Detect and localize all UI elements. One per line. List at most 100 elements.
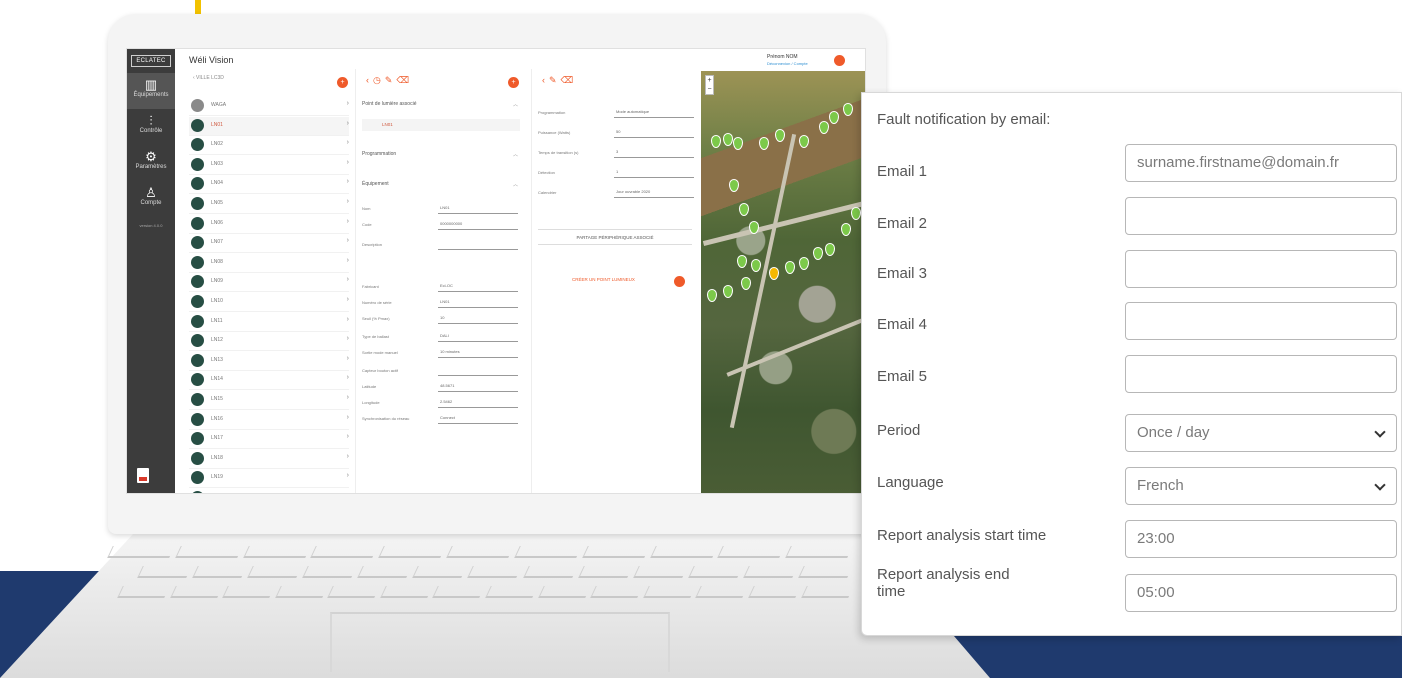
map-pin-icon[interactable] [729,179,739,192]
map-pin-warning-icon[interactable] [769,267,779,280]
user-name[interactable]: Prénom NOM [767,54,798,60]
language-select[interactable]: French [1125,467,1397,505]
field-value[interactable]: 1 [614,167,694,178]
sidebar-item-parametres[interactable]: ⚙ Paramètres [127,145,175,181]
map-pin-icon[interactable] [751,259,761,272]
field-value[interactable]: Connect [438,413,518,424]
section-programming[interactable]: Programmation ︿ [362,151,520,158]
associated-light-link[interactable]: LN01 [382,122,393,127]
controller-row[interactable]: LN11 › [189,313,349,332]
map-pin-icon[interactable] [723,133,733,146]
controller-row[interactable]: LN14 › [189,371,349,391]
trash-icon[interactable]: ⌫ [396,75,413,85]
field-value[interactable]: 0000000000 [438,219,518,230]
controller-row[interactable]: LN03 › [189,156,349,175]
controller-row[interactable]: LN09 › [189,273,349,293]
trash-icon[interactable]: ⌫ [561,75,578,85]
logout-link[interactable]: Déconnexion / Compte [767,61,808,66]
start-time-field[interactable]: 23:00 [1125,520,1397,558]
pencil-icon[interactable]: ✎ [385,75,397,85]
controller-row[interactable]: LN19 › [189,469,349,489]
edit-toolbar-secondary[interactable]: ‹✎⌫ [542,75,577,86]
map-pin-icon[interactable] [733,137,743,150]
section-equipment[interactable]: Équipement ︿ [362,181,520,188]
controller-row[interactable]: LN15 › [189,391,349,410]
section-associated-light[interactable]: Point de lumière associé ︿ [362,101,520,108]
email-4-field[interactable] [1125,302,1397,340]
controller-row[interactable]: LN13 › [189,352,349,371]
zoom-out-button[interactable]: − [706,85,713,94]
controller-row[interactable]: LN02 › [189,136,349,156]
add-controller-button[interactable]: + [337,77,348,88]
map-pin-icon[interactable] [799,257,809,270]
sidebar-item-compte[interactable]: ♙ Compte [127,181,175,217]
map-pin-icon[interactable] [813,247,823,260]
field-value[interactable]: LN01 [438,203,518,214]
field-value[interactable]: DALI [438,331,518,342]
field-value[interactable]: LN01 [438,297,518,308]
sidebar-item-equipements[interactable]: ▥ Équipements [127,73,175,109]
sidebar-item-controle[interactable]: ⫶ Contrôle [127,109,175,145]
field-value[interactable]: 2.5462 [438,397,518,408]
breadcrumb[interactable]: ‹ VILLE LC3D [193,75,224,81]
end-time-field[interactable]: 05:00 [1125,574,1397,612]
field-value[interactable]: Jour ouvrable 2020 [614,187,694,198]
account-button[interactable] [834,55,845,66]
controller-row[interactable]: LN08 › [189,254,349,273]
map-pin-icon[interactable] [707,289,717,302]
back-icon[interactable]: ‹ [542,75,549,85]
satellite-map[interactable]: + − [701,71,865,493]
map-pin-icon[interactable] [825,243,835,256]
map-pin-icon[interactable] [851,207,861,220]
map-pin-icon[interactable] [739,203,749,216]
field-value[interactable]: 48.5671 [438,381,518,392]
add-equipment-button[interactable]: + [508,77,519,88]
field-value[interactable] [438,239,518,250]
controller-row[interactable]: LN12 › [189,332,349,352]
map-pin-icon[interactable] [723,285,733,298]
map-pin-icon[interactable] [819,121,829,134]
map-pin-icon[interactable] [775,129,785,142]
controller-row[interactable]: LN18 › [189,450,349,469]
edit-toolbar[interactable]: ‹◷✎⌫ [366,75,413,86]
controller-row[interactable]: LN17 › [189,430,349,450]
map-zoom-control[interactable]: + − [705,75,714,95]
map-pin-icon[interactable] [741,277,751,290]
map-pin-icon[interactable] [829,111,839,124]
map-pin-icon[interactable] [799,135,809,148]
field-value[interactable] [438,365,518,376]
controller-row[interactable]: LN01 › [189,116,349,136]
pdf-icon[interactable] [137,468,149,483]
email-2-field[interactable] [1125,197,1397,235]
controller-row[interactable]: LN06 › [189,215,349,234]
controller-row[interactable]: LN20› [189,489,349,493]
back-icon[interactable]: ‹ [366,75,373,85]
controller-row[interactable]: LN05 › [189,195,349,214]
field-value[interactable]: 3 [614,147,694,158]
controller-row[interactable]: LN10 › [189,293,349,312]
email-3-field[interactable] [1125,250,1397,288]
zoom-in-button[interactable]: + [706,76,713,85]
controller-row[interactable]: WAGA › [189,97,349,116]
period-select[interactable]: Once / day [1125,414,1397,452]
field-value[interactable]: Ecl-OC [438,281,518,292]
field-value[interactable]: 10 minutes [438,347,518,358]
field-value[interactable]: Mode automatique [614,107,694,118]
create-light-point-link[interactable]: CRÉER UN POINT LUMINEUX [572,277,635,282]
map-pin-icon[interactable] [737,255,747,268]
controller-row[interactable]: LN04 › [189,175,349,195]
field-value[interactable]: 10 [438,313,518,324]
controller-row[interactable]: LN16 › [189,411,349,430]
associated-light-row[interactable]: LN01 [362,119,520,131]
clock-icon[interactable]: ◷ [373,75,385,85]
pencil-icon[interactable]: ✎ [549,75,561,85]
associated-device-button[interactable]: PARTAGE PÉRIPHÉRIQUE ASSOCIÉ [538,229,692,245]
map-pin-icon[interactable] [711,135,721,148]
map-pin-icon[interactable] [785,261,795,274]
map-pin-icon[interactable] [841,223,851,236]
email-5-field[interactable] [1125,355,1397,393]
map-pin-icon[interactable] [759,137,769,150]
field-value[interactable]: 50 [614,127,694,138]
create-light-point-button[interactable] [674,276,685,287]
email-1-field[interactable]: surname.firstname@domain.fr [1125,144,1397,182]
